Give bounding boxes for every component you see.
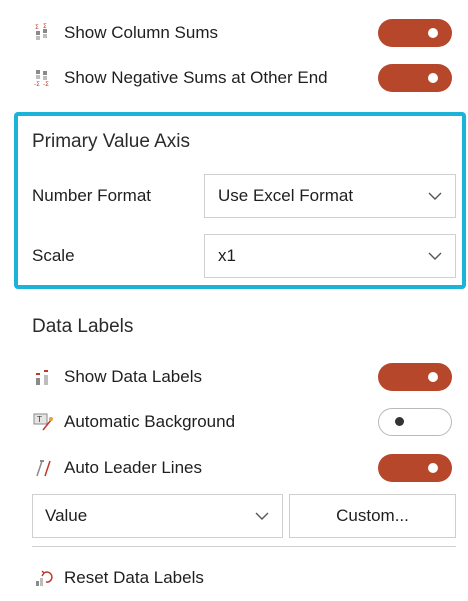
- reset-data-labels-label: Reset Data Labels: [64, 568, 204, 587]
- show-data-labels-row[interactable]: Show Data Labels: [0, 355, 468, 399]
- scale-value: x1: [218, 246, 236, 265]
- number-format-label: Number Format: [32, 186, 152, 205]
- divider: [32, 546, 456, 547]
- number-format-select[interactable]: Use Excel Format: [204, 174, 456, 218]
- show-data-labels-toggle[interactable]: [378, 363, 452, 391]
- show-column-sums-toggle[interactable]: [378, 19, 452, 47]
- show-column-sums-row[interactable]: Σ Σ Show Column Sums: [0, 11, 468, 55]
- column-sums-icon: Σ Σ: [32, 21, 56, 45]
- show-data-labels-label: Show Data Labels: [64, 367, 202, 386]
- show-negative-sums-label: Show Negative Sums at Other End: [64, 68, 328, 87]
- automatic-background-label: Automatic Background: [64, 412, 236, 431]
- auto-leader-lines-row[interactable]: Auto Leader Lines: [0, 446, 468, 490]
- svg-text:T: T: [36, 415, 42, 424]
- auto-leader-lines-label: Auto Leader Lines: [64, 458, 202, 477]
- svg-text:Σ: Σ: [43, 23, 47, 30]
- reset-data-labels-row[interactable]: Reset Data Labels: [0, 556, 468, 600]
- scale-label: Scale: [32, 246, 75, 265]
- show-column-sums-label: Show Column Sums: [64, 23, 219, 42]
- svg-text:Σ: Σ: [35, 24, 39, 31]
- automatic-background-toggle[interactable]: [378, 408, 452, 436]
- auto-leader-lines-toggle[interactable]: [378, 454, 452, 482]
- custom-button[interactable]: Custom...: [289, 494, 456, 538]
- number-format-value: Use Excel Format: [218, 186, 354, 205]
- svg-text:-Σ: -Σ: [34, 81, 40, 88]
- reset-icon: [32, 566, 56, 590]
- data-labels-icon: [32, 365, 56, 389]
- chevron-down-icon: [428, 192, 442, 200]
- show-negative-sums-toggle[interactable]: [378, 64, 452, 92]
- automatic-background-row[interactable]: T Automatic Background: [0, 400, 468, 444]
- data-labels-title: Data Labels: [32, 316, 134, 337]
- label-content-value: Value: [45, 506, 88, 525]
- label-content-select[interactable]: Value: [32, 494, 283, 538]
- svg-text:-Σ: -Σ: [43, 81, 49, 88]
- negative-sums-icon: -Σ -Σ: [32, 66, 56, 90]
- primary-value-axis-title: Primary Value Axis: [32, 131, 191, 152]
- scale-select[interactable]: x1: [204, 234, 456, 278]
- leader-lines-icon: [32, 456, 56, 480]
- automatic-background-icon: T: [32, 410, 56, 434]
- chart-options-panel: Σ Σ Show Column Sums -Σ -Σ Show Negative…: [0, 0, 468, 601]
- chevron-down-icon: [428, 252, 442, 260]
- chevron-down-icon: [255, 512, 269, 520]
- show-negative-sums-row[interactable]: -Σ -Σ Show Negative Sums at Other End: [0, 56, 468, 100]
